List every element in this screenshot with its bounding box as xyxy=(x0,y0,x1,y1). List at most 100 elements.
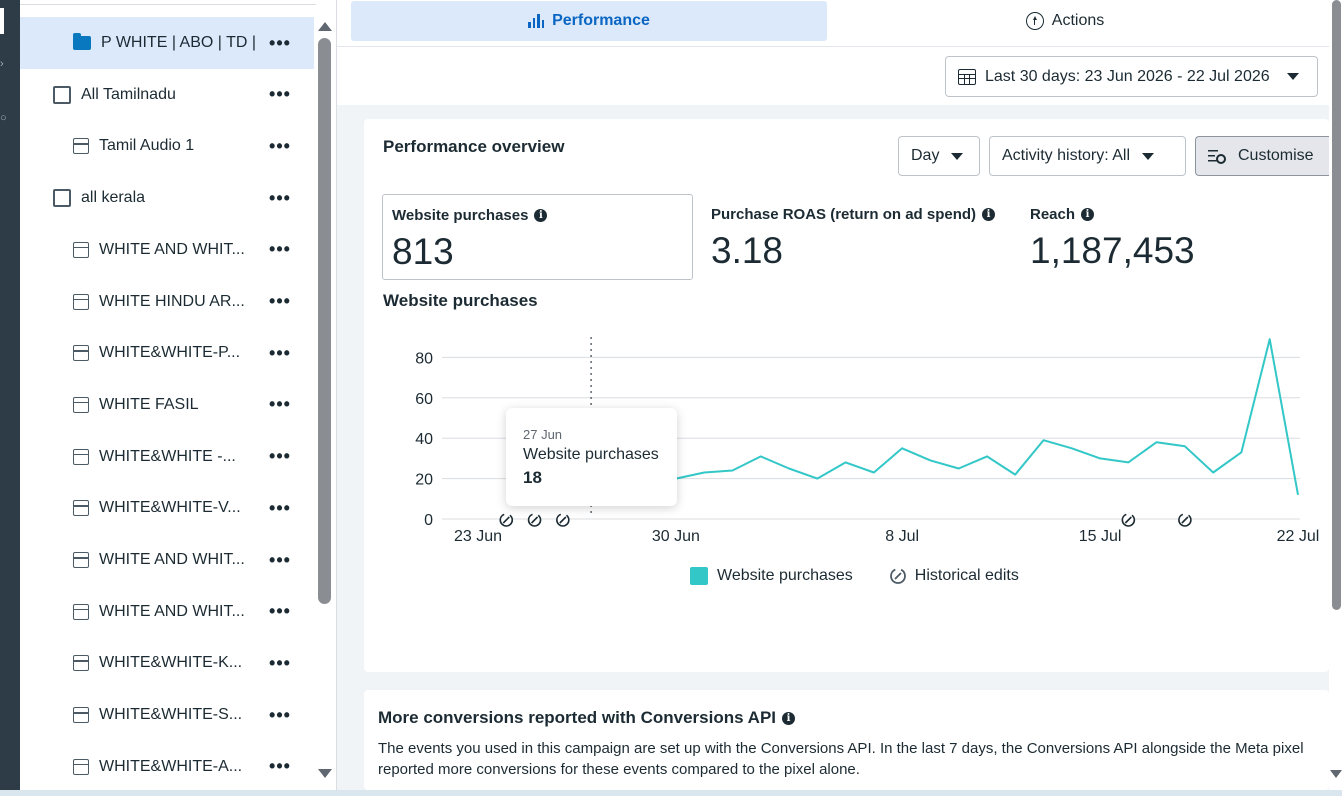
rail-icon[interactable]: ○ xyxy=(0,112,7,124)
app-rail: › ○ xyxy=(0,0,20,790)
chevron-down-icon xyxy=(1142,152,1155,160)
ad-icon xyxy=(73,293,89,310)
y-tick-label: 80 xyxy=(415,350,433,367)
rail-active-marker xyxy=(0,8,4,34)
ad-icon xyxy=(73,707,89,724)
more-options-icon[interactable]: ••• xyxy=(260,653,300,674)
folder-icon xyxy=(73,33,91,50)
scroll-up-arrow-icon[interactable] xyxy=(318,22,332,31)
more-options-icon[interactable]: ••• xyxy=(260,550,300,571)
tree-item-label: WHITE FASIL xyxy=(99,395,199,413)
tree-item[interactable]: Tamil Audio 1 ••• xyxy=(20,120,314,172)
button-label: Customise xyxy=(1238,147,1314,164)
more-options-icon[interactable]: ••• xyxy=(260,33,300,54)
tab-label: Actions xyxy=(1051,12,1105,29)
tooltip-date: 27 Jun xyxy=(523,427,563,442)
info-icon[interactable]: i xyxy=(982,208,996,221)
dropdown-label: Activity history: All xyxy=(1002,147,1131,164)
more-options-icon[interactable]: ••• xyxy=(260,498,300,519)
tree-item-label: WHITE&WHITE-P... xyxy=(99,344,241,362)
chart-legend: Website purchases Historical edits xyxy=(690,567,1019,585)
metric-website-purchases[interactable]: Website purchases i 813 xyxy=(382,194,693,280)
more-options-icon[interactable]: ••• xyxy=(260,756,300,777)
metric-value: 1,187,453 xyxy=(1030,230,1195,271)
tree-item[interactable]: WHITE&WHITE-A... ••• xyxy=(20,741,314,790)
tree-item-label: all kerala xyxy=(81,189,146,207)
tree-item[interactable]: WHITE HINDU AR... ••• xyxy=(20,276,314,328)
metric-reach[interactable]: Reach i 1,187,453 xyxy=(1021,194,1321,280)
bottom-strip xyxy=(0,790,1342,796)
ad-icon xyxy=(73,603,89,620)
ad-icon xyxy=(73,396,89,413)
scrollbar-thumb[interactable] xyxy=(318,38,331,604)
tree-item[interactable]: WHITE&WHITE-P... ••• xyxy=(20,327,314,379)
y-tick-label: 40 xyxy=(415,431,433,448)
more-options-icon[interactable]: ••• xyxy=(260,343,300,364)
tree-item[interactable]: WHITE&WHITE-K... ••• xyxy=(20,637,314,689)
metric-label-row: Website purchases i xyxy=(392,207,548,224)
conversions-title-row: More conversions reported with Conversio… xyxy=(378,708,796,728)
ad-icon xyxy=(73,138,89,155)
more-options-icon[interactable]: ••• xyxy=(260,188,300,209)
tree-item[interactable]: WHITE AND WHIT... ••• xyxy=(20,534,314,586)
metric-label: Purchase ROAS (return on ad spend) xyxy=(711,206,977,223)
more-options-icon[interactable]: ••• xyxy=(260,291,300,312)
tree-item[interactable]: WHITE&WHITE -... ••• xyxy=(20,431,314,483)
more-options-icon[interactable]: ••• xyxy=(260,446,300,467)
more-options-icon[interactable]: ••• xyxy=(260,136,300,157)
historical-edit-marker-icon xyxy=(1178,513,1192,527)
tree-item-label: WHITE&WHITE -... xyxy=(99,447,236,465)
tree-item[interactable]: P WHITE | ABO | TD | 2...••• xyxy=(20,17,314,69)
info-icon[interactable]: i xyxy=(1081,208,1095,221)
tree-item[interactable]: All Tamilnadu ••• xyxy=(20,69,314,121)
tab-label: Performance xyxy=(552,12,650,29)
scroll-down-arrow-icon[interactable] xyxy=(318,769,332,778)
metric-label: Website purchases xyxy=(392,207,529,224)
tree-item-label: WHITE&WHITE-A... xyxy=(99,757,243,775)
more-options-icon[interactable]: ••• xyxy=(260,601,300,622)
x-tick-label: 22 Jul xyxy=(1277,528,1320,545)
more-options-icon[interactable]: ••• xyxy=(260,705,300,726)
ad-icon xyxy=(73,345,89,362)
grid-icon xyxy=(53,189,71,208)
chevron-down-icon xyxy=(1286,73,1299,80)
tree-scrollbar[interactable] xyxy=(316,18,334,782)
scroll-down-arrow-icon[interactable] xyxy=(1330,770,1342,778)
date-bar: Last 30 days: 23 Jun 2026 - 22 Jul 2026 xyxy=(337,47,1329,105)
more-options-icon[interactable]: ••• xyxy=(260,239,300,260)
historical-edit-marker-icon xyxy=(527,513,542,527)
date-range-picker[interactable]: Last 30 days: 23 Jun 2026 - 22 Jul 2026 xyxy=(945,56,1318,97)
historical-edit-marker-icon xyxy=(499,513,514,527)
metric-value: 3.18 xyxy=(711,230,784,271)
tree-item[interactable]: WHITE AND WHIT... ••• xyxy=(20,224,314,276)
tree-item-label: Tamil Audio 1 xyxy=(99,137,195,155)
info-icon[interactable]: i xyxy=(782,711,796,725)
customise-button[interactable]: Customise xyxy=(1195,136,1329,176)
main-panel: Performance Actions Last 30 days: 23 Jun… xyxy=(337,0,1329,790)
ad-icon xyxy=(73,241,89,258)
divider xyxy=(20,4,316,5)
main-scrollbar[interactable] xyxy=(1329,0,1342,790)
tree-item[interactable]: WHITE&WHITE-V... ••• xyxy=(20,482,314,534)
chevron-down-icon xyxy=(951,152,964,160)
granularity-dropdown[interactable]: Day xyxy=(898,136,980,176)
x-tick-label: 30 Jun xyxy=(652,528,700,545)
more-options-icon[interactable]: ••• xyxy=(260,394,300,415)
date-range-label: Last 30 days: 23 Jun 2026 - 22 Jul 2026 xyxy=(985,67,1270,85)
historical-edits-icon xyxy=(889,568,906,584)
activity-history-dropdown[interactable]: Activity history: All xyxy=(989,136,1186,176)
x-tick-label: 15 Jul xyxy=(1079,528,1122,545)
metric-purchase-roas[interactable]: Purchase ROAS (return on ad spend) i 3.18 xyxy=(702,194,1013,280)
tree-item[interactable]: WHITE FASIL ••• xyxy=(20,379,314,431)
tree-item-label: All Tamilnadu xyxy=(81,85,176,103)
tree-item[interactable]: WHITE&WHITE-S... ••• xyxy=(20,689,314,741)
rail-icon[interactable]: › xyxy=(0,58,4,70)
customise-icon xyxy=(1208,149,1226,164)
info-icon[interactable]: i xyxy=(534,209,548,222)
scrollbar-thumb[interactable] xyxy=(1332,0,1341,610)
tree-item[interactable]: WHITE AND WHIT... ••• xyxy=(20,586,314,638)
more-options-icon[interactable]: ••• xyxy=(260,84,300,105)
tab-performance[interactable]: Performance xyxy=(351,1,827,41)
tab-actions[interactable]: Actions xyxy=(827,1,1303,41)
tree-item[interactable]: all kerala ••• xyxy=(20,172,314,224)
